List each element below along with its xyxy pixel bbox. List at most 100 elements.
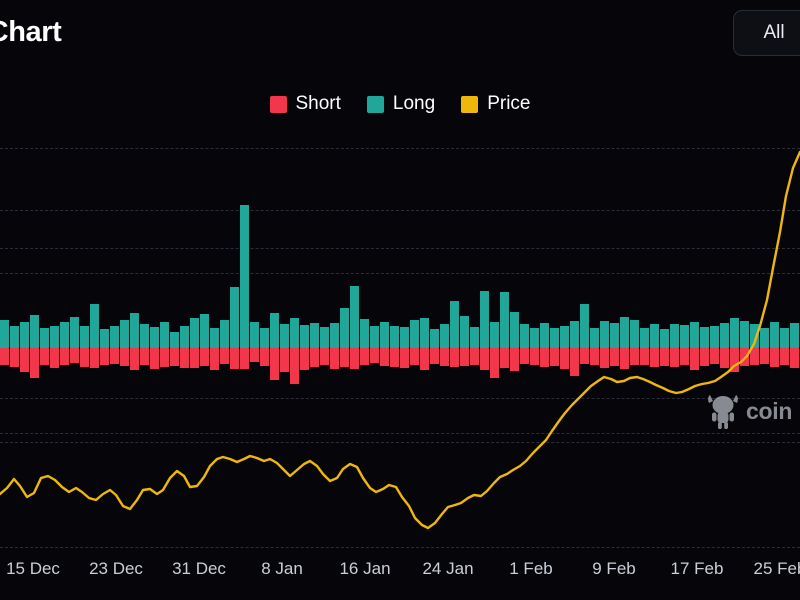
bar-short[interactable] (120, 348, 129, 366)
bar-short[interactable] (160, 348, 169, 367)
bar-long[interactable] (440, 324, 449, 348)
bar-short[interactable] (260, 348, 269, 366)
bar-short[interactable] (710, 348, 719, 364)
bar-long[interactable] (80, 326, 89, 348)
bar-long[interactable] (680, 325, 689, 348)
bar-long[interactable] (700, 327, 709, 348)
bar-short[interactable] (110, 348, 119, 364)
bar-long[interactable] (760, 328, 769, 348)
bar-short[interactable] (240, 348, 249, 369)
bar-short[interactable] (70, 348, 79, 363)
bar-short[interactable] (380, 348, 389, 366)
bar-short[interactable] (580, 348, 589, 364)
bar-short[interactable] (480, 348, 489, 370)
bar-long[interactable] (10, 326, 19, 348)
bar-short[interactable] (330, 348, 339, 369)
bar-long[interactable] (550, 328, 559, 348)
bar-long[interactable] (470, 327, 479, 348)
bar-long[interactable] (380, 322, 389, 348)
bar-short[interactable] (300, 348, 309, 370)
bar-short[interactable] (50, 348, 59, 368)
bar-long[interactable] (740, 321, 749, 348)
bar-short[interactable] (200, 348, 209, 366)
bar-long[interactable] (430, 329, 439, 348)
bar-long[interactable] (60, 322, 69, 348)
bar-short[interactable] (550, 348, 559, 366)
bar-short[interactable] (660, 348, 669, 366)
bar-long[interactable] (600, 321, 609, 348)
bar-short[interactable] (460, 348, 469, 366)
bar-short[interactable] (150, 348, 159, 369)
bar-short[interactable] (760, 348, 769, 364)
bar-long[interactable] (30, 315, 39, 348)
bar-long[interactable] (450, 301, 459, 348)
bar-short[interactable] (530, 348, 539, 365)
bar-short[interactable] (570, 348, 579, 376)
bar-short[interactable] (620, 348, 629, 369)
bar-short[interactable] (520, 348, 529, 364)
bar-long[interactable] (40, 328, 49, 348)
bar-long[interactable] (770, 322, 779, 348)
bar-short[interactable] (230, 348, 239, 369)
bar-long[interactable] (0, 320, 9, 348)
bar-short[interactable] (290, 348, 299, 384)
bar-long[interactable] (130, 313, 139, 348)
bar-long[interactable] (780, 328, 789, 348)
bar-short[interactable] (680, 348, 689, 365)
bar-short[interactable] (270, 348, 279, 380)
bar-long[interactable] (350, 286, 359, 348)
bar-long[interactable] (480, 291, 489, 348)
bar-long[interactable] (290, 318, 299, 348)
bar-short[interactable] (440, 348, 449, 366)
bar-short[interactable] (780, 348, 789, 365)
bar-short[interactable] (410, 348, 419, 365)
bar-long[interactable] (590, 328, 599, 348)
bar-short[interactable] (790, 348, 799, 368)
bar-long[interactable] (520, 324, 529, 348)
bar-long[interactable] (230, 287, 239, 348)
bar-short[interactable] (10, 348, 19, 367)
bar-short[interactable] (670, 348, 679, 367)
chart-canvas[interactable] (0, 130, 800, 555)
bar-long[interactable] (200, 314, 209, 348)
bar-long[interactable] (670, 324, 679, 348)
bar-short[interactable] (390, 348, 399, 367)
bar-long[interactable] (330, 323, 339, 348)
bar-long[interactable] (560, 326, 569, 348)
bar-long[interactable] (570, 321, 579, 348)
bar-long[interactable] (410, 320, 419, 348)
bar-long[interactable] (420, 318, 429, 348)
bar-short[interactable] (280, 348, 289, 372)
bar-short[interactable] (360, 348, 369, 365)
bar-long[interactable] (160, 322, 169, 348)
bar-long[interactable] (20, 322, 29, 348)
bar-long[interactable] (220, 320, 229, 348)
bar-long[interactable] (300, 325, 309, 348)
bar-long[interactable] (190, 318, 199, 348)
bar-short[interactable] (220, 348, 229, 364)
bar-long[interactable] (540, 323, 549, 348)
bar-long[interactable] (400, 327, 409, 348)
bar-short[interactable] (190, 348, 199, 368)
bar-short[interactable] (40, 348, 49, 365)
bar-short[interactable] (100, 348, 109, 365)
bar-long[interactable] (490, 322, 499, 348)
bar-long[interactable] (70, 317, 79, 348)
bar-long[interactable] (530, 328, 539, 348)
bar-long[interactable] (790, 323, 799, 348)
bar-short[interactable] (610, 348, 619, 366)
bar-long[interactable] (340, 308, 349, 348)
bar-short[interactable] (450, 348, 459, 367)
bar-long[interactable] (690, 322, 699, 348)
bar-long[interactable] (730, 318, 739, 348)
bar-long[interactable] (150, 327, 159, 348)
bar-short[interactable] (210, 348, 219, 370)
bar-long[interactable] (270, 313, 279, 348)
bar-short[interactable] (630, 348, 639, 365)
bar-short[interactable] (60, 348, 69, 365)
bar-long[interactable] (140, 324, 149, 348)
bar-long[interactable] (280, 324, 289, 348)
bar-long[interactable] (660, 329, 669, 348)
bar-short[interactable] (690, 348, 699, 370)
bar-short[interactable] (310, 348, 319, 367)
